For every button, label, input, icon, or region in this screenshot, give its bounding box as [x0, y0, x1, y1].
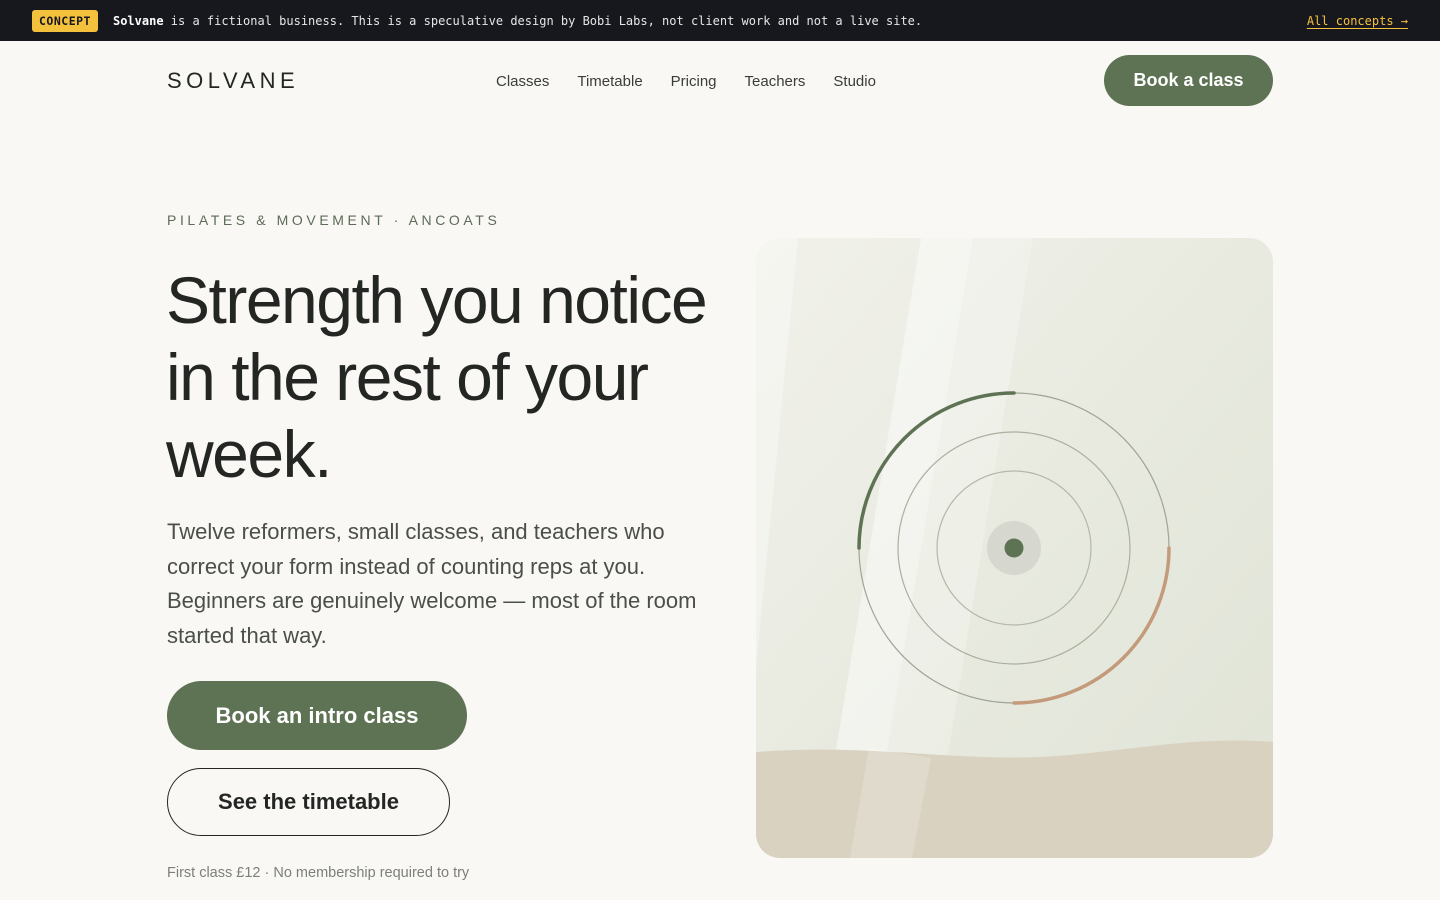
banner-text: is a fictional business. This is a specu…: [163, 13, 923, 28]
concept-badge: CONCEPT: [32, 9, 98, 32]
banner-message: Solvane is a fictional business. This is…: [113, 14, 922, 28]
nav-item-pricing[interactable]: Pricing: [671, 73, 717, 90]
site-header: SOLVANE Classes Timetable Pricing Teache…: [0, 41, 1440, 121]
concentric-rings-icon: [756, 238, 1273, 858]
all-concepts-link[interactable]: All concepts →: [1307, 14, 1408, 28]
book-intro-class-button[interactable]: Book an intro class: [167, 681, 467, 750]
main-nav: Classes Timetable Pricing Teachers Studi…: [496, 73, 876, 90]
banner-brand: Solvane: [112, 13, 164, 28]
hero-headline: Strength you notice in the rest of your …: [166, 263, 708, 491]
nav-item-studio[interactable]: Studio: [833, 73, 876, 90]
hero-eyebrow: PILATES & MOVEMENT · ANCOATS: [167, 212, 501, 228]
floor-wave: [756, 740, 1273, 858]
logo[interactable]: SOLVANE: [167, 68, 299, 94]
hero-illustration: [756, 238, 1273, 858]
see-timetable-button[interactable]: See the timetable: [167, 768, 450, 836]
book-a-class-button[interactable]: Book a class: [1104, 55, 1273, 106]
concept-banner: CONCEPT Solvane is a fictional business.…: [0, 0, 1440, 41]
nav-item-teachers[interactable]: Teachers: [745, 73, 806, 90]
nav-item-classes[interactable]: Classes: [496, 73, 549, 90]
nav-item-timetable[interactable]: Timetable: [577, 73, 642, 90]
center-dot: [1004, 538, 1024, 558]
hero-fineprint: First class £12 · No membership required…: [167, 865, 470, 881]
hero-lede: Twelve reformers, small classes, and tea…: [167, 519, 697, 648]
